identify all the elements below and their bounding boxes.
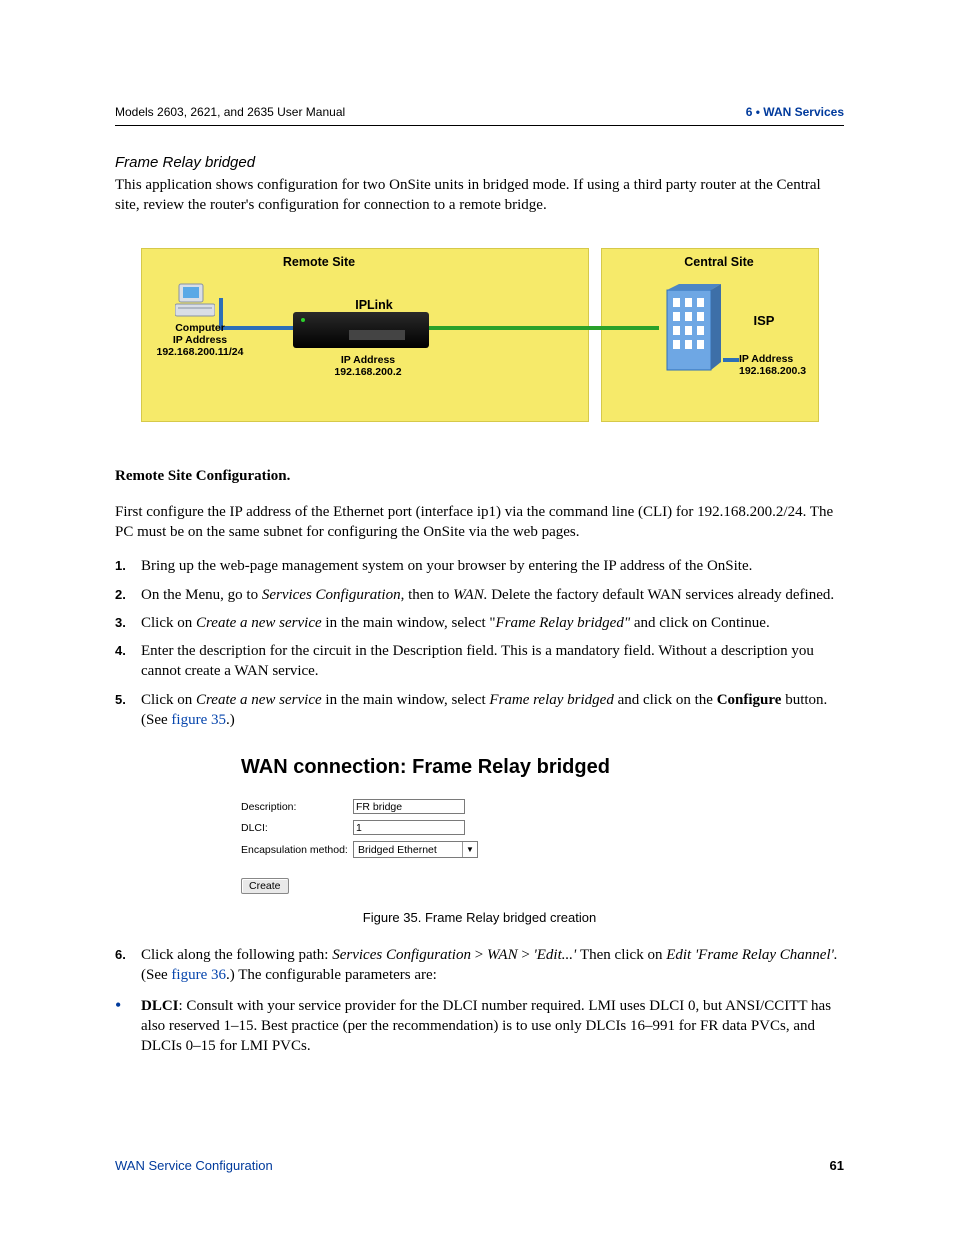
- bullet-icon: •: [115, 996, 141, 1057]
- encapsulation-select[interactable]: Bridged Ethernet ▼: [353, 841, 478, 858]
- header-left: Models 2603, 2621, and 2635 User Manual: [115, 105, 345, 119]
- create-button[interactable]: Create: [241, 878, 289, 894]
- building-icon: [659, 284, 723, 380]
- running-header: Models 2603, 2621, and 2635 User Manual …: [115, 105, 844, 119]
- computer-icon: [175, 282, 215, 320]
- page-number: 61: [830, 1158, 844, 1173]
- step-6: 6. Click along the following path: Servi…: [115, 945, 844, 986]
- cable-wan-icon: [429, 326, 659, 330]
- step-3: 3. Click on Create a new service in the …: [115, 613, 844, 633]
- bullet-dlci: • DLCI: Consult with your service provid…: [115, 996, 844, 1057]
- steps-list: 1. Bring up the web-page management syst…: [115, 556, 844, 730]
- central-site-label: Central Site: [669, 255, 769, 269]
- step-1: 1. Bring up the web-page management syst…: [115, 556, 844, 576]
- section-title: Frame Relay bridged: [115, 154, 844, 171]
- step-2: 2. On the Menu, go to Services Configura…: [115, 585, 844, 605]
- section-intro: This application shows configuration for…: [115, 175, 844, 216]
- page-footer: WAN Service Configuration 61: [115, 1158, 844, 1173]
- isp-label: ISP: [749, 314, 779, 329]
- figure-35-heading: WAN connection: Frame Relay bridged: [241, 756, 844, 779]
- step-5: 5. Click on Create a new service in the …: [115, 690, 844, 731]
- steps-list-2: 6. Click along the following path: Servi…: [115, 945, 844, 986]
- router-icon: [293, 312, 429, 348]
- form-row-encap: Encapsulation method: Bridged Ethernet ▼: [241, 841, 844, 858]
- iplink-ip-label: IP Address 192.168.200.2: [308, 354, 428, 378]
- form-row-description: Description:: [241, 799, 844, 814]
- cable-isp-icon: [723, 358, 739, 362]
- remote-config-para: First configure the IP address of the Et…: [115, 502, 844, 543]
- header-rule: [115, 125, 844, 126]
- header-right: 6 • WAN Services: [746, 105, 844, 119]
- footer-section: WAN Service Configuration: [115, 1158, 273, 1173]
- remote-config-heading: Remote Site Configuration.: [115, 466, 844, 486]
- central-ip-label: IP Address 192.168.200.3: [739, 353, 819, 377]
- form-row-dlci: DLCI:: [241, 820, 844, 835]
- network-diagram: Remote Site Central Site IPLink ISP: [119, 248, 840, 424]
- figure-35-caption: Figure 35. Frame Relay bridged creation: [115, 910, 844, 925]
- document-page: Models 2603, 2621, and 2635 User Manual …: [0, 0, 954, 1235]
- iplink-label: IPLink: [349, 298, 399, 312]
- remote-site-label: Remote Site: [269, 255, 369, 269]
- figure-36-link[interactable]: figure 36: [171, 967, 226, 983]
- dlci-input[interactable]: [353, 820, 465, 835]
- figure-35-link[interactable]: figure 35: [171, 712, 226, 728]
- figure-35: WAN connection: Frame Relay bridged Desc…: [115, 750, 844, 896]
- description-input[interactable]: [353, 799, 465, 814]
- chevron-down-icon: ▼: [462, 842, 477, 857]
- computer-ip-label: Computer IP Address 192.168.200.11/24: [152, 322, 248, 358]
- step-4: 4. Enter the description for the circuit…: [115, 641, 844, 682]
- bullet-list: • DLCI: Consult with your service provid…: [115, 996, 844, 1057]
